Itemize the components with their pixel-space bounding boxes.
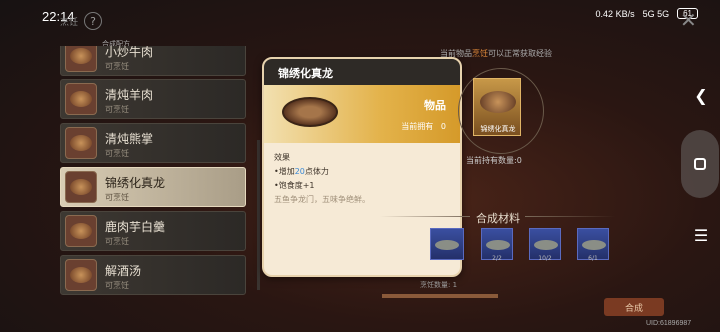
- owned-value: 0: [440, 122, 446, 131]
- owned-label: 当前拥有: [401, 122, 434, 131]
- recipe-status: 可烹饪: [105, 62, 129, 71]
- back-icon[interactable]: ❮: [690, 84, 712, 106]
- divider: [380, 216, 470, 217]
- recipe-name: 清炖熊掌: [105, 132, 154, 146]
- list-scrollbar[interactable]: [257, 140, 260, 290]
- owned-count: 当前拥有 0: [401, 121, 446, 132]
- page-title: 烹饪: [60, 17, 79, 28]
- recipe-name: 小炒牛肉: [105, 46, 154, 59]
- dish-thumbnail: [65, 215, 97, 247]
- material-count: 2/2: [492, 255, 502, 262]
- close-icon[interactable]: ✕: [680, 8, 697, 32]
- material-count: 6/1: [588, 255, 598, 262]
- status-bar: 22:14 0.42 KB/s 5G 5G 61: [0, 0, 720, 34]
- craft-count: 烹饪数量: 1: [420, 281, 458, 289]
- dish-thumbnail: [65, 83, 97, 115]
- effect-header: 效果: [274, 153, 290, 162]
- tooltip-title-bar: 锦绣化真龙: [264, 59, 460, 85]
- recipe-item[interactable]: 小炒牛肉 可烹饪: [60, 46, 246, 76]
- recipe-item[interactable]: 清炖熊掌 可烹饪: [60, 123, 246, 163]
- fish-icon: [534, 240, 558, 250]
- recipe-status: 可烹饪: [105, 149, 129, 158]
- dish-image: [480, 91, 516, 113]
- network-speed: 0.42 KB/s: [595, 8, 635, 19]
- dish-thumbnail: [65, 171, 97, 203]
- effect-stamina: •增加20点体力: [274, 167, 329, 176]
- recipe-item[interactable]: 清炖羊肉 可烹饪: [60, 79, 246, 119]
- home-button[interactable]: [681, 130, 719, 198]
- item-description: 五鱼争龙门，五味争绝鲜。: [274, 195, 370, 204]
- effect-satiety: •饱食度+1: [274, 181, 315, 190]
- menu-icon[interactable]: ☰: [690, 224, 712, 246]
- item-type: 物品: [424, 99, 446, 112]
- materials-title: 合成材料: [476, 212, 520, 225]
- result-item-name: 锦绣化真龙: [480, 125, 516, 133]
- recipe-item[interactable]: 鹿肉芋白羹 可烹饪: [60, 211, 246, 251]
- recipe-name: 清炖羊肉: [105, 88, 154, 102]
- recipe-status: 可烹饪: [105, 281, 129, 290]
- recipe-status: 可烹饪: [105, 193, 129, 202]
- recipe-name: 解酒汤: [105, 264, 142, 278]
- signal-icon: 5G 5G: [642, 8, 670, 19]
- fish-icon: [486, 240, 510, 250]
- held-count: 当前持有数量:0: [466, 156, 522, 165]
- craft-quantity-slider[interactable]: [382, 294, 498, 298]
- recipe-status: 可烹饪: [105, 237, 129, 246]
- divider: [525, 216, 615, 217]
- recipe-name: 鹿肉芋白羹: [105, 220, 166, 234]
- exp-notice: 当前物品烹饪可以正常获取经验: [440, 49, 552, 58]
- slider-fill: [382, 294, 498, 298]
- dish-thumbnail: [65, 127, 97, 159]
- recipe-name: 锦绣化真龙: [105, 176, 166, 190]
- recipe-item-selected[interactable]: 锦绣化真龙 可烹饪: [60, 167, 246, 207]
- fish-icon: [582, 240, 606, 250]
- craft-button[interactable]: 合成: [604, 298, 664, 316]
- dish-thumbnail: [65, 259, 97, 291]
- help-icon[interactable]: ?: [84, 12, 103, 30]
- dish-image: [282, 97, 338, 127]
- home-icon: [694, 158, 706, 170]
- recipe-status: 可烹饪: [105, 105, 129, 114]
- page-header: 烹饪 ?: [60, 12, 103, 30]
- material-slot[interactable]: [430, 228, 464, 260]
- tooltip-title: 锦绣化真龙: [278, 67, 333, 80]
- recipe-item[interactable]: 解酒汤 可烹饪: [60, 255, 246, 295]
- dish-thumbnail: [65, 46, 97, 72]
- tooltip-hero: 物品 当前拥有 0: [264, 85, 460, 143]
- recipe-list[interactable]: 小炒牛肉 可烹饪 清炖羊肉 可烹饪 清炖熊掌 可烹饪 锦绣化真龙 可烹饪 鹿肉芋…: [60, 46, 256, 298]
- material-count: 10/2: [538, 255, 552, 262]
- tooltip-body: 效果 •增加20点体力 •饱食度+1 五鱼争龙门，五味争绝鲜。: [274, 151, 370, 207]
- user-id: UID:61896987: [646, 320, 692, 327]
- fish-icon: [435, 240, 459, 250]
